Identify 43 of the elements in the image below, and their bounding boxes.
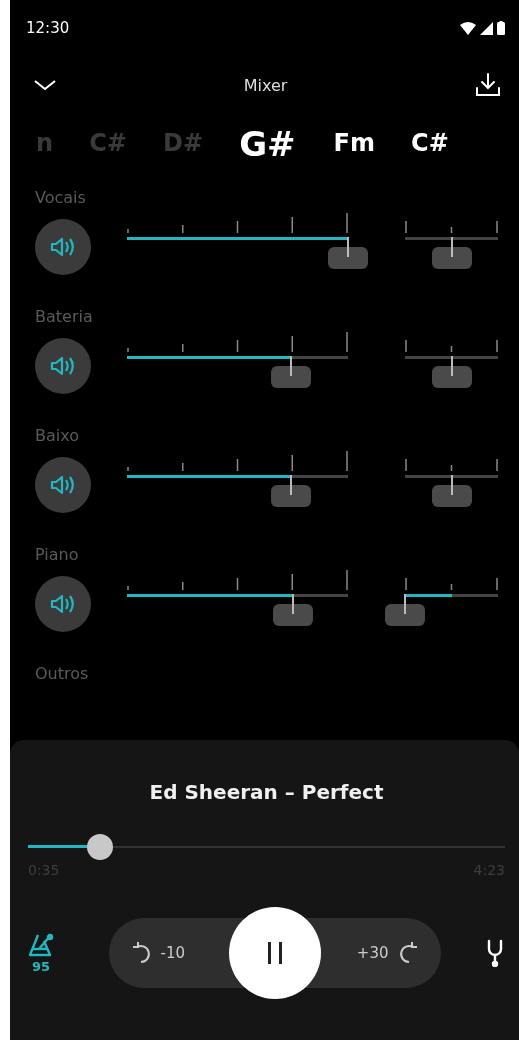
mute-button[interactable]	[35, 219, 91, 275]
chord-chip[interactable]: C#	[410, 128, 449, 160]
channel-name: Vocais	[35, 188, 87, 207]
slider-thumb[interactable]	[270, 475, 311, 507]
mute-button[interactable]	[35, 576, 91, 632]
progress-slider[interactable]	[28, 834, 505, 860]
mute-button[interactable]	[35, 457, 91, 513]
chord-chip[interactable]: G#	[239, 121, 296, 167]
slider-thumb[interactable]	[431, 237, 472, 269]
chevron-down-icon	[34, 79, 56, 91]
slider-thumb[interactable]	[385, 594, 425, 626]
slider-thumb[interactable]	[431, 475, 472, 507]
collapse-button[interactable]	[32, 77, 58, 93]
signal-icon	[480, 21, 493, 35]
progress-thumb[interactable]	[86, 834, 113, 860]
channel-name: Piano	[35, 545, 80, 564]
speaker-icon	[50, 593, 76, 615]
metronome-button[interactable]: 95	[28, 932, 54, 974]
mute-button[interactable]	[35, 338, 91, 394]
slider-thumb[interactable]	[431, 356, 472, 388]
slider-thumb[interactable]	[328, 237, 368, 269]
speaker-icon	[50, 355, 76, 377]
slider-thumb[interactable]	[270, 356, 311, 388]
rewind-button[interactable]: -10	[130, 941, 185, 965]
metronome-icon	[28, 932, 54, 957]
battery-icon	[497, 21, 505, 35]
channel-name: Baixo	[35, 426, 80, 445]
speaker-icon	[50, 474, 76, 496]
forward-button[interactable]: +30	[356, 941, 419, 965]
channel-name: Outros	[35, 664, 90, 683]
screen-title: Mixer	[243, 75, 288, 95]
wifi-icon	[460, 21, 476, 35]
pause-icon	[266, 942, 283, 964]
tuning-fork-icon	[487, 939, 503, 967]
status-time: 12:30	[26, 19, 70, 37]
slider-fill	[405, 594, 452, 597]
chord-chip[interactable]: Fm	[333, 128, 375, 160]
channel-name: Bateria	[35, 307, 94, 326]
slider-thumb[interactable]	[272, 594, 313, 626]
download-icon	[475, 72, 501, 98]
song-title: Ed Sheeran – Perfect	[149, 780, 384, 804]
tuner-button[interactable]	[485, 937, 505, 969]
speaker-icon	[50, 236, 76, 258]
